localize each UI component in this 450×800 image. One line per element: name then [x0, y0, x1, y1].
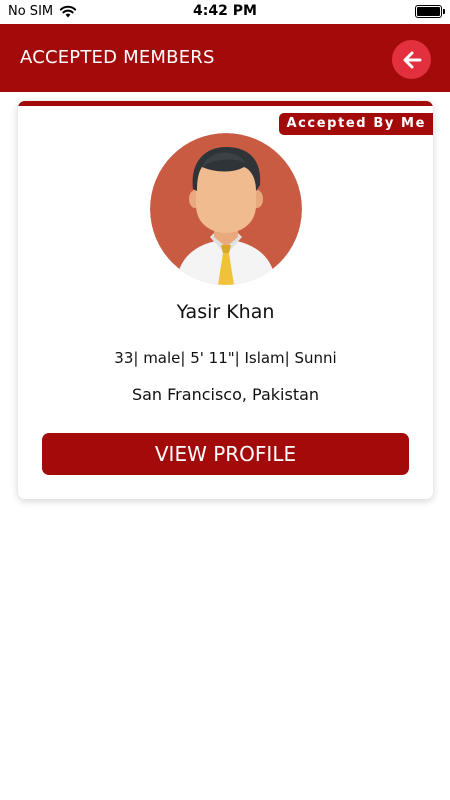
member-location: San Francisco, Pakistan: [131, 385, 320, 404]
view-profile-button[interactable]: VIEW PROFILE: [42, 433, 409, 475]
back-button[interactable]: [392, 40, 431, 79]
member-name: Yasir Khan: [176, 301, 275, 323]
clock: 4:42 PM: [193, 3, 257, 19]
battery-icon: [415, 5, 445, 18]
arrow-left-icon: [403, 51, 421, 68]
avatar[interactable]: [150, 133, 302, 285]
male-avatar-icon: [150, 133, 302, 285]
status-bar: No SIM 4:42 PM: [0, 0, 450, 24]
member-details: 33| male| 5' 11"| Islam| Sunni: [114, 349, 337, 367]
status-badge: Accepted By Me: [279, 113, 433, 135]
app-bar: ACCEPTED MEMBERS: [0, 24, 450, 92]
member-card: Accepted By Me Yasir Khan 33| male| 5' 1…: [18, 101, 433, 499]
page-title: ACCEPTED MEMBERS: [20, 47, 215, 68]
card-accent-line: [18, 101, 433, 106]
